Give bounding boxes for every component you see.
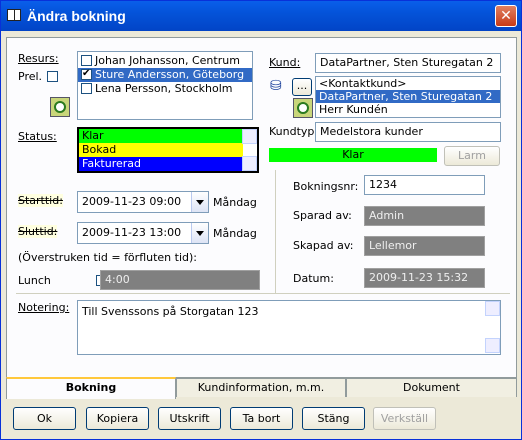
end-time-dropdown[interactable]: 2009-11-23 13:00 xyxy=(77,222,209,244)
prel-checkbox[interactable] xyxy=(47,71,58,82)
end-day: Måndag xyxy=(213,227,257,240)
contact-item[interactable]: <Kontaktkund> xyxy=(316,77,500,90)
book-icon xyxy=(7,9,21,21)
status-option[interactable]: Bokad xyxy=(79,143,243,157)
section-divider xyxy=(16,293,510,294)
resource-item[interactable]: Sture Andersson, Göteborg xyxy=(78,67,252,82)
chevron-down-icon[interactable] xyxy=(191,223,208,243)
info-divider xyxy=(275,170,276,294)
scroll-down-button[interactable] xyxy=(242,156,257,171)
resource-name: Johan Johansson, Centrum xyxy=(95,54,240,67)
contact-list[interactable]: <Kontaktkund> DataPartner, Sten Sturegat… xyxy=(315,76,501,118)
skapad-av-label: Skapad av: xyxy=(293,239,354,252)
binoculars-icon[interactable]: ⛁ xyxy=(270,78,290,96)
status-label: Status: xyxy=(18,130,57,143)
resource-name: Lena Persson, Stockholm xyxy=(95,82,233,95)
resource-item[interactable]: Lena Persson, Stockholm xyxy=(78,82,252,96)
saved-by-field: Admin xyxy=(364,206,485,226)
end-time-value: 2009-11-23 13:00 xyxy=(82,226,182,239)
copy-button[interactable]: Kopiera xyxy=(86,407,149,430)
customer-clock-button[interactable] xyxy=(293,98,313,118)
start-day: Måndag xyxy=(213,196,257,209)
booking-panel: Resurs: Prel. Johan Johansson, Centrum S… xyxy=(6,37,517,378)
resource-clock-button[interactable] xyxy=(50,97,70,117)
tab-bokning[interactable]: Bokning xyxy=(6,377,176,399)
kund-label: Kund: xyxy=(269,56,301,69)
starttid-label: Starttid: xyxy=(18,194,63,207)
close-button[interactable]: ✕ xyxy=(495,5,517,27)
kundtyp-label: Kundtyp: xyxy=(269,125,319,138)
title-bar: Ändra bokning ✕ xyxy=(1,1,521,31)
window-title: Ändra bokning xyxy=(27,8,126,24)
chevron-down-icon[interactable] xyxy=(191,192,208,212)
status-list[interactable]: Klar Bokad Fakturerad xyxy=(77,127,259,173)
note-textarea[interactable]: Till Svenssons på Storgatan 123 xyxy=(77,300,501,355)
scroll-up-button[interactable] xyxy=(242,129,257,144)
close-icon: ✕ xyxy=(500,8,512,24)
status-option[interactable]: Klar xyxy=(79,129,243,143)
status-option[interactable]: Fakturerad xyxy=(79,157,243,171)
alarm-button[interactable]: Larm xyxy=(444,146,500,166)
note-scroll-up[interactable] xyxy=(485,301,500,316)
edit-booking-window: Ändra bokning ✕ Resurs: Prel. Johan Joha… xyxy=(0,0,522,440)
print-button[interactable]: Utskrift xyxy=(158,407,221,430)
prel-label: Prel. xyxy=(18,70,43,83)
overstruken-note: (Överstruken tid = förfluten tid): xyxy=(18,251,197,264)
resource-list[interactable]: Johan Johansson, Centrum Sture Andersson… xyxy=(77,51,253,120)
customer-type-field[interactable]: Medelstora kunder xyxy=(315,122,501,142)
contact-item[interactable]: DataPartner, Sten Sturegatan 2 xyxy=(316,90,500,103)
notering-label: Notering: xyxy=(18,301,70,314)
resource-checkbox[interactable] xyxy=(81,67,92,81)
resource-item[interactable]: Johan Johansson, Centrum xyxy=(78,54,252,68)
resource-name: Sture Andersson, Göteborg xyxy=(95,68,245,81)
resource-checkbox[interactable] xyxy=(81,83,92,94)
apply-button[interactable]: Verkställ xyxy=(373,407,436,430)
clock-icon xyxy=(297,102,309,114)
delete-button[interactable]: Ta bort xyxy=(230,407,293,430)
datum-label: Datum: xyxy=(293,272,334,285)
sparad-av-label: Sparad av: xyxy=(293,209,352,222)
lunch-field: 4:00 xyxy=(100,270,260,290)
resource-checkbox[interactable] xyxy=(81,55,92,66)
lunch-label: Lunch xyxy=(18,274,51,287)
customer-field[interactable]: DataPartner, Sten Sturegatan 2 xyxy=(315,53,501,73)
clock-icon xyxy=(54,101,66,113)
tab-dokument[interactable]: Dokument xyxy=(346,378,517,397)
resurs-label: Resurs: xyxy=(18,52,59,65)
bokningsnr-label: Bokningsnr: xyxy=(293,180,359,193)
booking-number-field[interactable]: 1234 xyxy=(364,175,485,195)
start-time-dropdown[interactable]: 2009-11-23 09:00 xyxy=(77,191,209,213)
tab-kundinformation[interactable]: Kundinformation, m.m. xyxy=(176,378,346,397)
sluttid-label: Sluttid: xyxy=(18,225,58,238)
start-time-value: 2009-11-23 09:00 xyxy=(82,195,182,208)
created-by-field: Lellemor xyxy=(364,236,485,256)
status-indicator-bar: Klar xyxy=(269,148,437,162)
note-scroll-down[interactable] xyxy=(485,338,500,353)
close-dialog-button[interactable]: Stäng xyxy=(302,407,365,430)
browse-customer-button[interactable]: ... xyxy=(292,78,312,96)
contact-item[interactable]: Herr Kundén xyxy=(316,103,500,116)
ok-button[interactable]: Ok xyxy=(13,407,76,430)
date-field: 2009-11-23 15:32 xyxy=(364,268,485,288)
